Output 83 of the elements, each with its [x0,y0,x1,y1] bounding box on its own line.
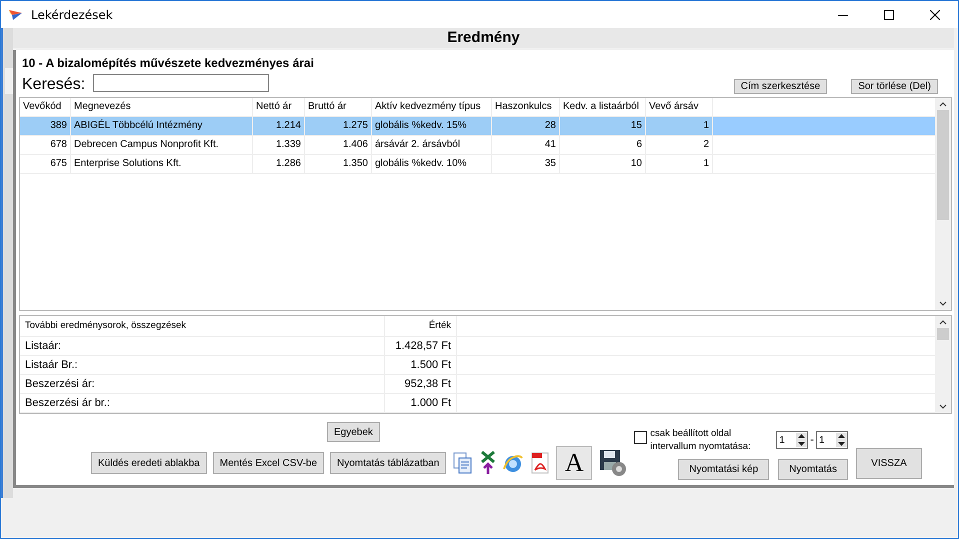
checkbox[interactable] [634,431,648,444]
excel-export-icon[interactable] [480,451,496,475]
table-cell: globális %kedv. 10% [372,155,492,173]
column-header: További eredménysorok, összegzések [20,316,385,336]
checkbox-label: csak beállított oldal intervallum nyomtatása: [650,427,752,453]
table-cell: Enterprise Solutions Kft. [71,155,253,173]
spinner-arrows-icon[interactable] [836,433,846,447]
action-button[interactable]: Mentés Excel CSV-be [212,452,324,474]
scrollbar[interactable] [935,98,951,310]
table-cell: Beszerzési ár br.: [20,394,385,412]
table-cell: 1.286 [253,155,305,173]
print-preview-button[interactable]: Nyomtatási kép [678,459,770,480]
table-cell: ABIGÉL Többcélú Intézmény [71,117,253,135]
table-cell: 1 [646,155,713,173]
column-header[interactable]: Nettó ár [253,98,305,116]
table-cell: Listaár Br.: [20,356,385,374]
table-row[interactable]: 389 ABIGÉL Többcélú Intézmény 1.214 1.275 globális %kedv. 15% 28 15 1 [20,117,935,136]
table-cell: 389 [20,117,71,135]
table-cell: Beszerzési ár: [20,375,385,393]
page-to-spinner[interactable]: 1 [816,431,848,449]
browser-icon[interactable] [502,452,524,474]
table-cell: 41 [492,136,560,154]
table-cell: Listaár: [20,337,385,355]
column-header[interactable]: Kedv. a listaárból [560,98,646,116]
table-cell: 1.214 [253,117,305,135]
column-header[interactable]: Bruttó ár [305,98,372,116]
column-header[interactable]: Vevőkód [20,98,71,116]
pdf-icon[interactable] [530,451,550,475]
table-row[interactable]: 678 Debrecen Campus Nonprofit Kft. 1.339 1.406 ársávár 2. ársávból 41 6 2 [20,136,935,155]
scroll-up-icon[interactable] [939,320,947,325]
table-cell: Debrecen Campus Nonprofit Kft. [71,136,253,154]
copy-icon[interactable] [452,451,474,475]
table-cell: 1.000 Ft [385,394,457,412]
spinner-arrows-icon[interactable] [797,433,806,447]
table-cell: 28 [492,117,560,135]
table-cell: 952,38 Ft [385,375,457,393]
other-button[interactable]: Egyebek [327,422,380,442]
column-header: Érték [385,316,457,336]
table-cell: globális %kedv. 15% [372,117,492,135]
page-from-spinner[interactable]: 1 [776,431,808,449]
table-cell: 1.350 [305,155,372,173]
table-cell: 35 [492,155,560,173]
header-bar: Eredmény [13,28,954,48]
table-cell: 2 [646,136,713,154]
column-header[interactable]: Megnevezés [71,98,253,116]
table-cell: 1.428,57 Ft [385,337,457,355]
table-cell: 1 [646,117,713,135]
table-cell: 6 [560,136,646,154]
scroll-thumb[interactable] [937,328,949,340]
print-button[interactable]: Nyomtatás [778,459,848,480]
disk-gear-icon[interactable] [598,448,628,478]
scroll-up-icon[interactable] [939,102,947,107]
maximize-icon[interactable] [884,10,894,20]
table-cell: 10 [560,155,646,173]
action-button[interactable]: Küldés eredeti ablakba [91,452,207,474]
table-row[interactable]: 675 Enterprise Solutions Kft. 1.286 1.350 globális %kedv. 10% 35 10 1 [20,155,935,174]
table-cell: 15 [560,117,646,135]
scroll-down-icon[interactable] [939,404,947,409]
app-logo-icon [9,8,23,20]
scrollbar[interactable] [935,316,951,413]
toolbar-button[interactable]: Sor törlése (Del) [851,79,938,94]
table-cell: 678 [20,136,71,154]
window-title: Lekérdezések [31,8,113,22]
search-label: Keresés: [22,76,86,94]
scroll-down-icon[interactable] [939,301,947,306]
table-cell: ársávár 2. ársávból [372,136,492,154]
range-separator: - [810,434,814,446]
table-cell: 1.339 [253,136,305,154]
column-header[interactable]: Vevő ársáv [646,98,713,116]
font-button[interactable]: A [556,446,592,480]
close-icon[interactable] [930,10,940,20]
table-cell: 1.275 [305,117,372,135]
toolbar-button[interactable]: Cím szerkesztése [734,79,828,94]
table-cell: 1.406 [305,136,372,154]
table-cell: 1.500 Ft [385,356,457,374]
report-title: 10 - A bizalomépítés művészete kedvezményes árai [22,56,315,70]
column-header[interactable]: Aktív kedvezmény típus [372,98,492,116]
column-header[interactable]: Haszonkulcs [492,98,560,116]
search-field[interactable] [93,74,270,92]
scroll-thumb[interactable] [937,110,949,220]
action-button[interactable]: Nyomtatás táblázatban [330,452,446,474]
back-button[interactable]: VISSZA [856,448,922,479]
table-cell: 675 [20,155,71,173]
